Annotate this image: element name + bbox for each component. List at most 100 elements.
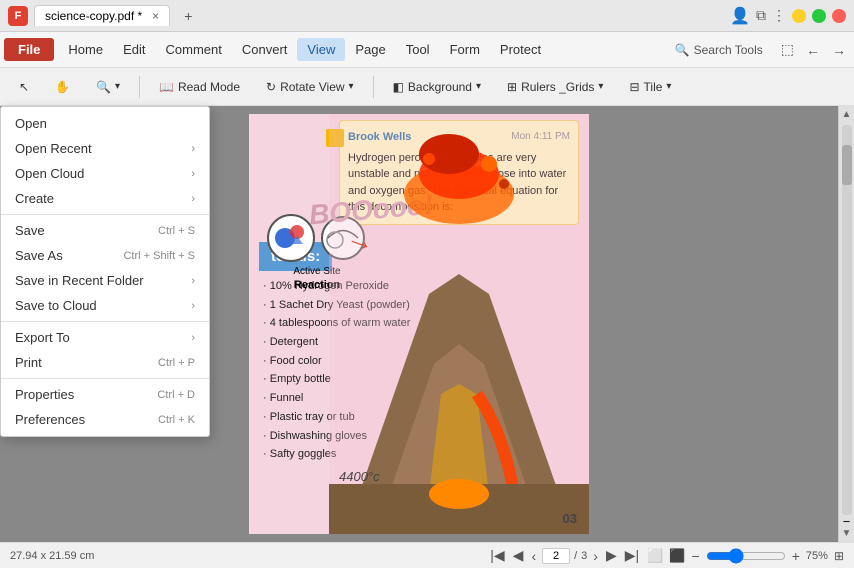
zoom-icon: 🔍 xyxy=(96,80,111,94)
hand-icon: ✋ xyxy=(55,80,70,94)
menu-open-cloud[interactable]: Open Cloud › xyxy=(1,161,209,186)
search-tools[interactable]: 🔍 Search Tools xyxy=(665,39,773,61)
tile-icon: ⊟ xyxy=(629,80,639,94)
menu-protect[interactable]: Protect xyxy=(490,38,551,61)
next-button[interactable]: › xyxy=(591,548,600,564)
chevron-down-icon-5: ▾ xyxy=(666,81,671,92)
menu-preferences[interactable]: Preferences Ctrl + K xyxy=(1,407,209,432)
rotate-icon: ↻ xyxy=(266,80,276,94)
separator-3 xyxy=(1,378,209,379)
chevron-down-icon-3: ▾ xyxy=(476,81,481,92)
external-link-icon[interactable]: ⬚ xyxy=(777,37,798,62)
minimize-button[interactable] xyxy=(792,9,806,23)
arrow-icon-5: › xyxy=(191,300,195,312)
zoom-out-button[interactable]: − xyxy=(692,548,700,564)
tile-button[interactable]: ⊟ Tile ▾ xyxy=(618,75,682,99)
menu-open[interactable]: Open xyxy=(1,111,209,136)
menu-file[interactable]: File xyxy=(4,38,54,61)
file-dropdown-menu: Open Open Recent › Open Cloud › Create ›… xyxy=(0,106,210,437)
hand-tool-button[interactable]: ✋ xyxy=(44,75,81,99)
split-handle[interactable]: − xyxy=(839,517,854,525)
menu-open-recent[interactable]: Open Recent › xyxy=(1,136,209,161)
rulers-grids-button[interactable]: ⊞ Rulers _Grids ▾ xyxy=(496,75,614,99)
fit-dropdown-icon[interactable]: ⊞ xyxy=(834,549,844,563)
page-dimensions: 27.94 x 21.59 cm xyxy=(10,550,94,562)
menu-create[interactable]: Create › xyxy=(1,186,209,211)
chevron-down-icon: ▾ xyxy=(115,81,120,92)
menu-save[interactable]: Save Ctrl + S xyxy=(1,218,209,243)
page-separator: / xyxy=(574,550,577,562)
menu-comment[interactable]: Comment xyxy=(156,38,232,61)
page-number: 03 xyxy=(563,511,577,526)
fit-width-icon[interactable]: ⬛ xyxy=(669,548,685,564)
fit-page-icon[interactable]: ⬜ xyxy=(647,548,663,564)
page-navigation: |◀ ◀ ‹ / 3 › ▶ ▶| xyxy=(488,547,641,564)
app-icon: F xyxy=(8,6,28,26)
title-bar: F science-copy.pdf * × + 👤 ⧉ ⋮ xyxy=(0,0,854,32)
tab-close-icon[interactable]: × xyxy=(152,9,159,23)
zoom-percentage: 75% xyxy=(806,550,828,562)
active-site-diagram-1 xyxy=(267,214,315,262)
menu-home[interactable]: Home xyxy=(58,38,113,61)
new-tab-button[interactable]: + xyxy=(176,5,200,27)
background-button[interactable]: ◧ Background ▾ xyxy=(382,75,492,99)
menu-tool[interactable]: Tool xyxy=(396,38,440,61)
menu-save-recent-folder[interactable]: Save in Recent Folder › xyxy=(1,268,209,293)
chevron-down-icon-2: ▾ xyxy=(349,81,354,92)
rotate-view-button[interactable]: ↻ Rotate View ▾ xyxy=(255,75,365,99)
menu-export-to[interactable]: Export To › xyxy=(1,325,209,350)
user-icon: 👤 xyxy=(730,6,750,26)
scroll-track xyxy=(842,125,852,515)
menu-page[interactable]: Page xyxy=(345,38,395,61)
separator-2 xyxy=(1,321,209,322)
toolbar-separator-2 xyxy=(373,76,374,98)
separator-1 xyxy=(1,214,209,215)
last-page-button[interactable]: ▶| xyxy=(623,547,641,564)
overflow-icon[interactable]: ⋮ xyxy=(772,7,786,24)
arrow-icon-2: › xyxy=(191,168,195,180)
back-icon[interactable]: ← xyxy=(802,38,824,62)
next-page-button[interactable]: ▶ xyxy=(604,547,619,564)
zoom-in-button[interactable]: + xyxy=(792,548,800,564)
document-page: Brook Wells Mon 4:11 PM Hydrogen peroxid… xyxy=(249,114,589,534)
close-button[interactable] xyxy=(832,9,846,23)
document-tab[interactable]: science-copy.pdf * × xyxy=(34,5,170,26)
temperature-label: 4400°c xyxy=(339,469,380,484)
arrow-icon-3: › xyxy=(191,193,195,205)
right-scroll-panel: ▲ − ▼ xyxy=(838,106,854,542)
menu-edit[interactable]: Edit xyxy=(113,38,155,61)
maximize-button[interactable] xyxy=(812,9,826,23)
rulers-icon: ⊞ xyxy=(507,80,517,94)
current-page-input[interactable] xyxy=(542,548,570,564)
menu-bar-right: 🔍 Search Tools ⬚ ← → xyxy=(665,37,850,62)
menu-properties[interactable]: Properties Ctrl + D xyxy=(1,382,209,407)
cursor-icon: ↖ xyxy=(19,80,29,94)
status-bar-right: |◀ ◀ ‹ / 3 › ▶ ▶| ⬜ ⬛ − + 75% ⊞ xyxy=(488,547,844,564)
scroll-thumb[interactable] xyxy=(842,145,852,185)
read-mode-button[interactable]: 📖 Read Mode xyxy=(148,75,251,99)
title-bar-right: 👤 ⧉ ⋮ xyxy=(730,6,846,26)
scroll-down-button[interactable]: ▼ xyxy=(842,525,852,542)
menu-form[interactable]: Form xyxy=(440,38,490,61)
menu-save-as[interactable]: Save As Ctrl + Shift + S xyxy=(1,243,209,268)
title-bar-left: F science-copy.pdf * × + xyxy=(8,5,200,27)
background-icon: ◧ xyxy=(393,80,404,94)
zoom-slider[interactable] xyxy=(706,548,786,564)
toolbar-icon-group[interactable]: ↖ xyxy=(8,75,40,99)
menu-save-cloud[interactable]: Save to Cloud › xyxy=(1,293,209,318)
zoom-dropdown-button[interactable]: 🔍 ▾ xyxy=(85,75,131,99)
menu-print[interactable]: Print Ctrl + P xyxy=(1,350,209,375)
share-icon[interactable]: ⧉ xyxy=(756,7,766,24)
menu-bar: File Home Edit Comment Convert View Page… xyxy=(0,32,854,68)
first-page-button[interactable]: |◀ xyxy=(488,547,506,564)
main-layout: Open Open Recent › Open Cloud › Create ›… xyxy=(0,106,854,542)
menu-view[interactable]: View xyxy=(297,38,345,61)
total-pages: 3 xyxy=(581,550,587,562)
forward-icon[interactable]: → xyxy=(828,38,850,62)
scroll-up-button[interactable]: ▲ xyxy=(842,106,852,123)
prev-page-button[interactable]: ◀ xyxy=(511,547,526,564)
arrow-icon-4: › xyxy=(191,275,195,287)
menu-convert[interactable]: Convert xyxy=(232,38,298,61)
prev-button[interactable]: ‹ xyxy=(529,548,538,564)
toolbar-separator-1 xyxy=(139,76,140,98)
